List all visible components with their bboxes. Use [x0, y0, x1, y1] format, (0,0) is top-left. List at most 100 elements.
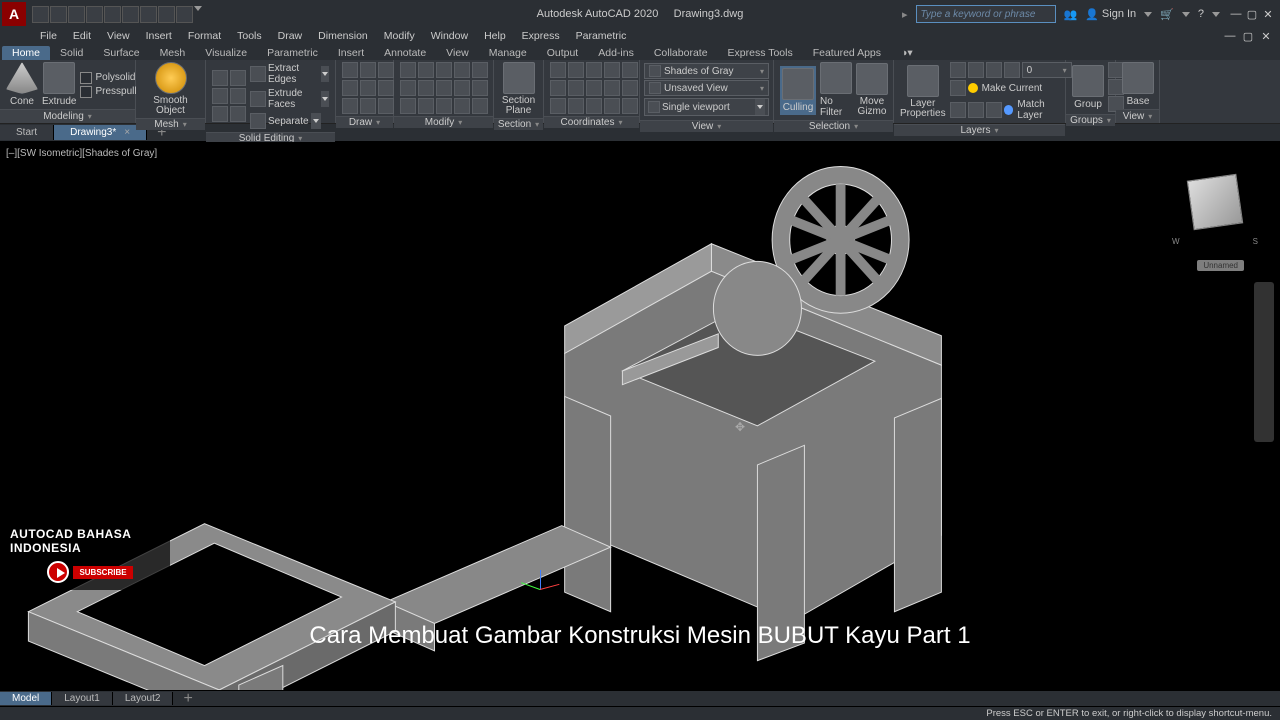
- tab-parametric[interactable]: Parametric: [257, 46, 328, 60]
- line-icon[interactable]: [342, 62, 358, 78]
- ucs-icon-icon[interactable]: [586, 98, 602, 114]
- chamfer-icon[interactable]: [472, 98, 488, 114]
- menu-express[interactable]: Express: [514, 30, 568, 42]
- visual-style-dropdown[interactable]: Shades of Gray: [644, 63, 769, 79]
- extract-edges-button[interactable]: Extract Edges: [250, 63, 329, 85]
- tab-collaborate[interactable]: Collaborate: [644, 46, 718, 60]
- tab-visualize[interactable]: Visualize: [195, 46, 257, 60]
- move-gizmo-button[interactable]: Move Gizmo: [856, 63, 888, 117]
- menu-window[interactable]: Window: [423, 30, 476, 42]
- trim-icon[interactable]: [418, 80, 434, 96]
- layout-tab-add[interactable]: +: [173, 690, 202, 708]
- panel-coordinates-title[interactable]: Coordinates: [544, 116, 639, 128]
- current-layer-dropdown[interactable]: 0: [1022, 62, 1072, 78]
- search-input[interactable]: Type a keyword or phrase: [916, 5, 1056, 23]
- ucs-misc-icon[interactable]: [604, 98, 620, 114]
- align-icon[interactable]: [454, 98, 470, 114]
- ribbon-toggle-icon[interactable]: ◑▾: [891, 46, 923, 60]
- ucs-prev-icon[interactable]: [568, 62, 584, 78]
- polyline-icon[interactable]: [360, 62, 376, 78]
- tab-start[interactable]: Start: [0, 125, 54, 140]
- layer-walk-icon[interactable]: [968, 102, 984, 118]
- subtract-icon[interactable]: [230, 70, 246, 86]
- menu-edit[interactable]: Edit: [65, 30, 99, 42]
- layer-lock-icon[interactable]: [1004, 62, 1020, 78]
- panel-selection-title[interactable]: Selection: [774, 120, 893, 132]
- stretch-icon[interactable]: [436, 62, 452, 78]
- signin-dropdown-icon[interactable]: [1144, 12, 1152, 17]
- ucs-world-icon[interactable]: [550, 62, 566, 78]
- rotate-icon[interactable]: [454, 62, 470, 78]
- point-icon[interactable]: [360, 98, 376, 114]
- menu-file[interactable]: File: [32, 30, 65, 42]
- spline-icon[interactable]: [342, 98, 358, 114]
- section-plane-button[interactable]: Section Plane: [500, 62, 537, 116]
- smooth-object-button[interactable]: Smooth Object: [142, 62, 199, 116]
- qat-plot-icon[interactable]: [122, 6, 139, 23]
- menu-tools[interactable]: Tools: [229, 30, 270, 42]
- panel-mesh-title[interactable]: Mesh: [136, 118, 205, 130]
- viewport[interactable]: [–][SW Isometric][Shades of Gray]: [0, 142, 1280, 690]
- panel-modeling-title[interactable]: Modeling: [0, 109, 135, 123]
- store-dropdown-icon[interactable]: [1182, 12, 1190, 17]
- menu-parametric[interactable]: Parametric: [568, 30, 635, 42]
- separate-button[interactable]: Separate: [250, 113, 329, 129]
- ucs-obj-icon[interactable]: [586, 80, 602, 96]
- layer-off-icon[interactable]: [986, 62, 1002, 78]
- layer-properties-button[interactable]: Layer Properties: [900, 65, 946, 119]
- qat-dropdown-icon[interactable]: [194, 6, 202, 11]
- help-dropdown-icon[interactable]: [1212, 12, 1220, 17]
- tab-mesh[interactable]: Mesh: [150, 46, 196, 60]
- close-button[interactable]: ✕: [1260, 6, 1276, 22]
- polysolid-button[interactable]: Polysolid: [80, 72, 136, 84]
- tab-express-tools[interactable]: Express Tools: [718, 46, 803, 60]
- ucs-icon[interactable]: [530, 560, 570, 600]
- panel-groups-title[interactable]: Groups: [1066, 114, 1115, 126]
- panel-base-view-title[interactable]: View: [1116, 109, 1159, 123]
- circle-icon[interactable]: [378, 62, 394, 78]
- ucs-3pt-icon[interactable]: [622, 80, 638, 96]
- qat-undo-icon[interactable]: [158, 6, 175, 23]
- ucs-named-icon[interactable]: [550, 98, 566, 114]
- tab-annotate[interactable]: Annotate: [374, 46, 436, 60]
- tab-addins[interactable]: Add-ins: [588, 46, 644, 60]
- extrude-faces-button[interactable]: Extrude Faces: [250, 88, 329, 110]
- qat-new-icon[interactable]: [32, 6, 49, 23]
- menu-modify[interactable]: Modify: [376, 30, 423, 42]
- layout-tab-model[interactable]: Model: [0, 692, 52, 705]
- group-button[interactable]: Group: [1072, 65, 1104, 110]
- layer-freeze-icon[interactable]: [968, 62, 984, 78]
- doc-close-button[interactable]: ✕: [1258, 28, 1274, 44]
- ucs-origin-icon[interactable]: [604, 80, 620, 96]
- qat-open-icon[interactable]: [50, 6, 67, 23]
- rectangle-icon[interactable]: [360, 80, 376, 96]
- no-filter-button[interactable]: No Filter: [820, 62, 852, 118]
- ucs-face-icon[interactable]: [586, 62, 602, 78]
- layer-prev-icon[interactable]: [986, 102, 1002, 118]
- maximize-button[interactable]: ▢: [1244, 6, 1260, 22]
- arc-icon[interactable]: [342, 80, 358, 96]
- tab-close-icon[interactable]: ×: [124, 127, 130, 138]
- layer-iso-icon[interactable]: [950, 62, 966, 78]
- ucs-misc2-icon[interactable]: [622, 98, 638, 114]
- ucs-x-icon[interactable]: [604, 62, 620, 78]
- explode-icon[interactable]: [418, 98, 434, 114]
- make-current-button[interactable]: Make Current: [950, 80, 1072, 96]
- tab-drawing3[interactable]: Drawing3*×: [54, 125, 147, 140]
- panel-layers-title[interactable]: Layers: [894, 124, 1065, 136]
- offset-icon[interactable]: [436, 98, 452, 114]
- app-store-icon[interactable]: 🛒: [1160, 8, 1174, 21]
- viewport-config-button[interactable]: Single viewport: [644, 98, 769, 116]
- qat-web-icon[interactable]: [104, 6, 121, 23]
- layout-tab-layout1[interactable]: Layout1: [52, 692, 113, 705]
- intersect-icon[interactable]: [212, 88, 228, 104]
- tab-manage[interactable]: Manage: [479, 46, 537, 60]
- interfere-icon[interactable]: [230, 88, 246, 104]
- tab-featured-apps[interactable]: Featured Apps: [803, 46, 891, 60]
- ucs-y-icon[interactable]: [622, 62, 638, 78]
- mirror-icon[interactable]: [472, 62, 488, 78]
- scale-icon[interactable]: [400, 80, 416, 96]
- base-button[interactable]: Base: [1122, 62, 1154, 107]
- ellipse-icon[interactable]: [378, 80, 394, 96]
- erase-icon[interactable]: [400, 98, 416, 114]
